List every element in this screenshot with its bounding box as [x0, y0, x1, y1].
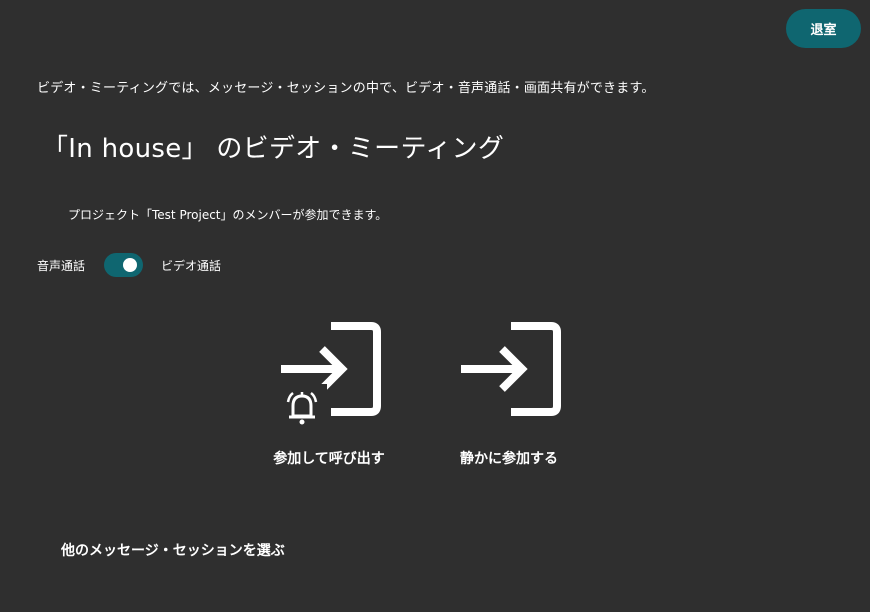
call-mode-toggle-row: 音声通話 ビデオ通話 — [37, 252, 221, 278]
choose-other-session-link[interactable]: 他のメッセージ・セッションを選ぶ — [61, 540, 285, 560]
join-quietly-label: 静かに参加する — [460, 451, 558, 467]
project-note: プロジェクト「Test Project」のメンバーが参加できます。 — [68, 208, 388, 222]
toggle-knob — [123, 258, 138, 272]
audio-call-label: 音声通話 — [37, 258, 86, 273]
join-and-call-button[interactable]: 参加して呼び出す — [254, 320, 404, 470]
call-mode-toggle[interactable] — [104, 253, 144, 277]
intro-text: ビデオ・ミーティングでは、メッセージ・セッションの中で、ビデオ・音声通話・画面共… — [37, 81, 655, 96]
join-quietly-button[interactable]: 静かに参加する — [434, 320, 584, 470]
enter-with-bell-icon — [279, 322, 381, 430]
video-call-label: ビデオ通話 — [161, 258, 222, 273]
page-title: 「In house」 のビデオ・ミーティング — [42, 134, 505, 164]
leave-button[interactable]: 退室 — [786, 9, 861, 48]
join-and-call-label: 参加して呼び出す — [273, 451, 385, 467]
enter-icon — [461, 322, 561, 416]
video-meeting-page: 退室 ビデオ・ミーティングでは、メッセージ・セッションの中で、ビデオ・音声通話・… — [0, 0, 870, 612]
